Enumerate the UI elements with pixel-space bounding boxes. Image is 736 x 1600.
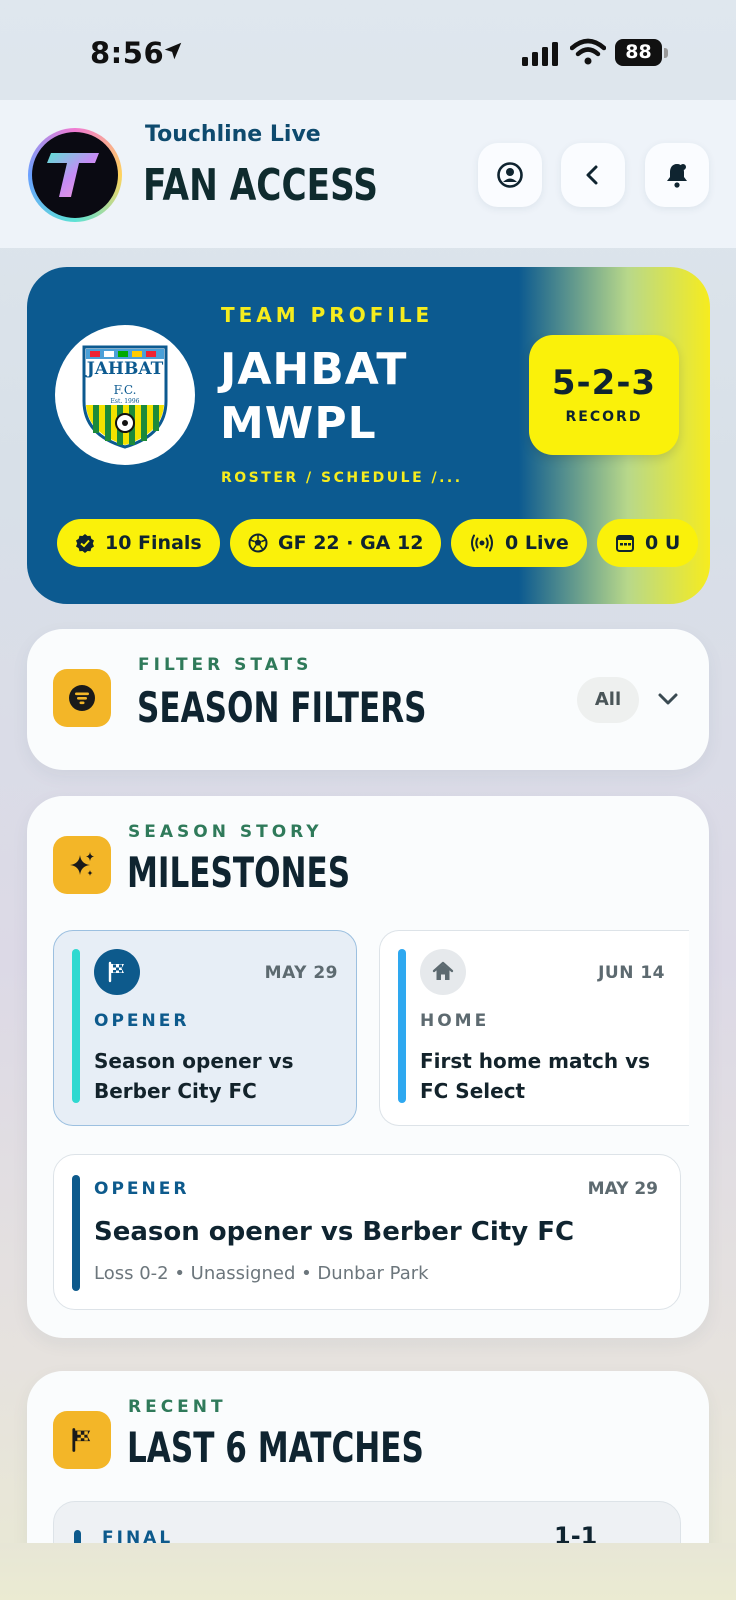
chip-upcoming-label: 0 U [645,532,681,554]
milestone-date: JUN 14 [598,963,665,983]
milestones-kicker: SEASON STORY [128,822,323,842]
soccer-ball-icon [248,533,268,553]
chip-live[interactable]: 0 Live [451,519,587,567]
filter-all-pill[interactable]: All [577,677,639,723]
filter-icon [69,685,95,711]
team-crest: JAHBAT F.C. Est. 1996 [55,325,195,465]
milestone-accent-bar [72,949,80,1103]
checkered-flag-icon [72,1428,91,1452]
chip-goals[interactable]: GF 22 · GA 12 [230,519,442,567]
battery-cap [664,48,668,58]
detail-accent-bar [72,1175,80,1291]
status-bar: 8:56 88 [0,0,736,100]
team-name-line1: JAHBAT [220,344,408,395]
team-profile-card[interactable]: JAHBAT F.C. Est. 1996 TEAM PROFILE JAHBA… [27,267,710,604]
user-circle-icon [497,162,523,188]
record-label: RECORD [565,409,643,425]
milestone-accent-bar [398,949,406,1103]
filters-title: SEASON FILTERS [137,683,427,732]
cellular-signal-icon [522,42,558,66]
detail-category: OPENER [94,1179,190,1199]
detail-date: MAY 29 [587,1179,658,1199]
calendar-icon [616,535,634,552]
milestone-tile[interactable]: JUN 14 HOME First home match vs FC Selec… [379,930,689,1126]
crest-fc: F.C. [113,383,137,397]
milestones-title: MILESTONES [127,848,351,897]
milestone-tile[interactable]: MAY 29 OPENER Season opener vs Berber Ci… [53,930,357,1126]
sparkles-icon [70,852,94,876]
location-arrow-icon [164,42,182,60]
app-name: Touchline Live [145,122,321,147]
sparkle-icon-box [53,836,111,894]
detail-meta: Loss 0-2 • Unassigned • Dunbar Park [94,1263,429,1284]
battery-indicator: 88 [615,39,662,66]
notifications-button[interactable] [645,143,709,207]
chip-upcoming[interactable]: 0 U [597,519,699,567]
record-value: 5-2-3 [551,363,657,403]
chevron-left-icon [586,165,598,185]
milestone-description: First home match vs FC Select [420,1049,651,1103]
logo-t-icon [47,153,99,197]
home-icon [432,961,454,980]
filters-kicker: FILTER STATS [138,655,313,675]
recent-title: LAST 6 MATCHES [127,1423,424,1472]
verified-badge-icon [76,534,94,553]
bell-icon [667,164,687,188]
team-name-line2: MWPL [220,398,377,449]
milestone-category: OPENER [94,1011,190,1031]
team-nav-links[interactable]: ROSTER / SCHEDULE /... [221,470,463,486]
crest-established: Est. 1996 [110,398,140,405]
wifi-icon [570,38,606,65]
filter-icon-box [53,669,111,727]
chip-goals-label: GF 22 · GA 12 [278,532,424,554]
chevron-down-icon[interactable] [657,691,679,707]
back-button[interactable] [561,143,625,207]
flag-icon-box [53,1411,111,1469]
broadcast-icon [471,534,493,552]
team-name: JAHBAT MWPL [220,343,407,451]
milestone-icon [94,949,140,995]
milestone-date: MAY 29 [264,963,338,983]
app-logo [28,128,122,222]
recent-kicker: RECENT [128,1397,227,1417]
record-badge: 5-2-3 RECORD [529,335,679,455]
milestones-card: SEASON STORY MILESTONES MAY 29 OPENER Se… [27,796,709,1338]
milestone-description: Season opener vs Berber City FC [94,1049,294,1103]
chip-live-label: 0 Live [505,532,569,554]
page-title: FAN ACCESS [143,160,379,211]
checkered-flag-icon [108,961,124,983]
chip-finals-label: 10 Finals [105,532,202,554]
profile-button[interactable] [478,143,542,207]
stat-chips: 10 Finals GF 22 · GA 12 0 Live 0 U [57,519,707,569]
detail-title: Season opener vs Berber City FC [94,1217,575,1247]
bottom-fade [0,1543,736,1600]
milestone-category: HOME [420,1011,490,1031]
chip-finals[interactable]: 10 Finals [57,519,220,567]
milestone-icon [420,949,466,995]
crest-name: JAHBAT [86,359,164,379]
season-filters-card[interactable]: FILTER STATS SEASON FILTERS All [27,629,709,770]
status-time: 8:56 [90,36,165,70]
team-kicker: TEAM PROFILE [221,303,434,327]
milestone-detail[interactable]: OPENER MAY 29 Season opener vs Berber Ci… [53,1154,681,1310]
